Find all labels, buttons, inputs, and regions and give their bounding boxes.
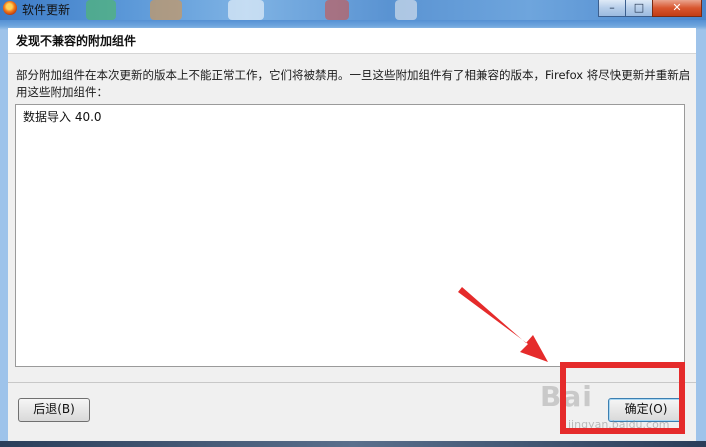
annotation-arrow-icon (458, 287, 548, 362)
taskbar-strip (0, 441, 706, 447)
dialog-window: 软件更新 – □ ✕ 发现不兼容的附加组件 部分附加组件在本次更新的版本上不能正… (0, 0, 706, 447)
